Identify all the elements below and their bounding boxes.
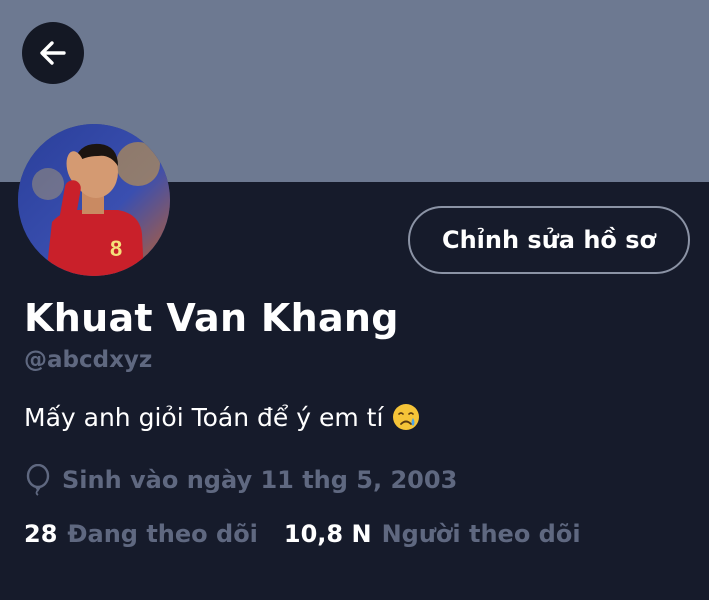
birth-date: Sinh vào ngày 11 thg 5, 2003	[24, 464, 457, 496]
follow-stats: 28 Đang theo dõi 10,8 N Người theo dõi	[24, 520, 581, 548]
birth-date-text: Sinh vào ngày 11 thg 5, 2003	[62, 466, 458, 494]
profile-name: Khuat Van Khang	[24, 296, 399, 340]
balloon-icon	[26, 464, 50, 496]
crying-face-icon	[393, 404, 420, 430]
profile-bio: Mấy anh giỏi Toán để ý em tí	[24, 402, 421, 432]
followers-count[interactable]: 10,8 N	[284, 520, 372, 548]
jersey-number: 8	[110, 236, 122, 261]
avatar[interactable]: 8	[18, 124, 170, 276]
profile-handle: @abcdxyz	[24, 347, 153, 373]
avatar-photo: 8	[18, 124, 170, 276]
following-label[interactable]: Đang theo dõi	[67, 520, 258, 548]
back-button[interactable]	[22, 22, 84, 84]
following-count[interactable]: 28	[24, 520, 57, 548]
arrow-left-icon	[40, 41, 66, 65]
edit-profile-button[interactable]: Chỉnh sửa hồ sơ	[408, 206, 690, 274]
bio-text: Mấy anh giỏi Toán để ý em tí	[24, 402, 384, 432]
followers-label[interactable]: Người theo dõi	[382, 520, 581, 548]
